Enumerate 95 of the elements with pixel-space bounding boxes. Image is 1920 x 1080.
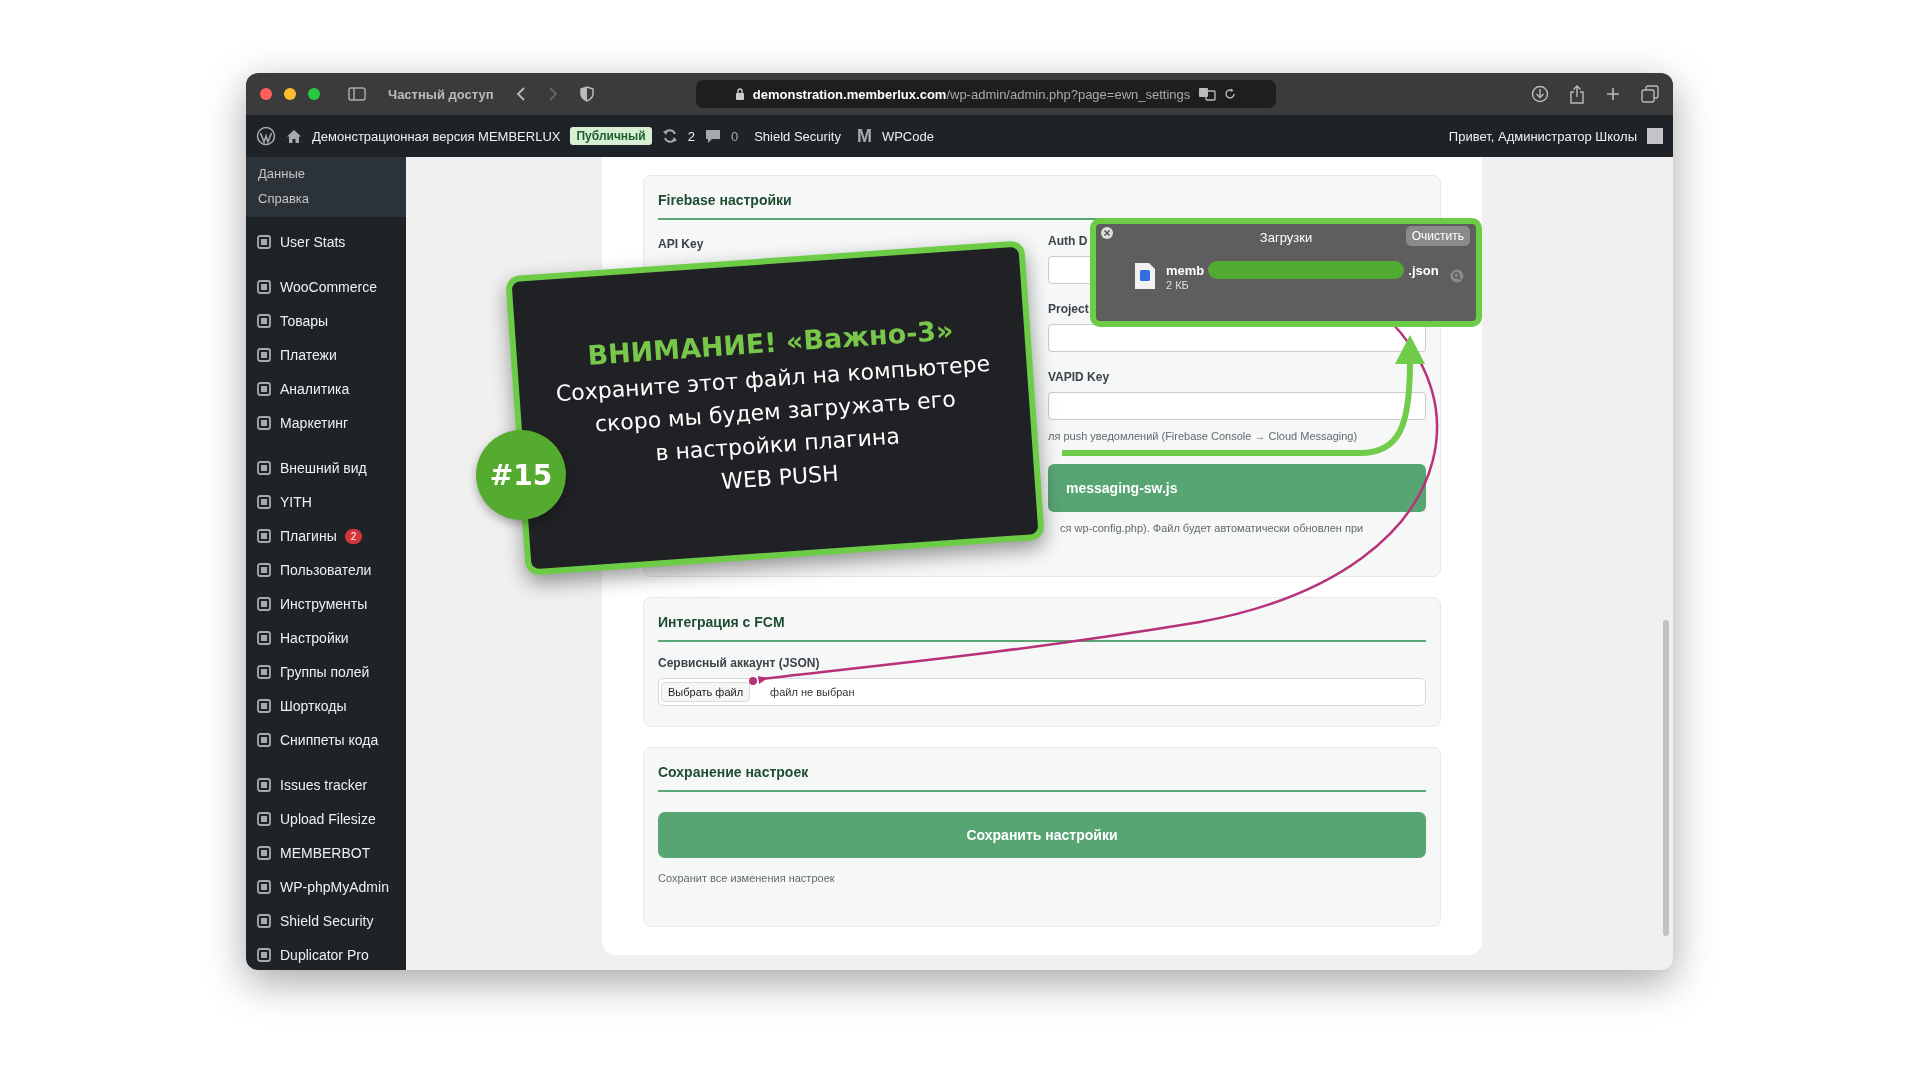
text-field[interactable]: [1048, 392, 1426, 420]
square-icon: [256, 698, 272, 714]
square-icon: [256, 732, 272, 748]
wordpress-logo-icon[interactable]: [256, 126, 276, 146]
menu-item[interactable]: MEMBERBOT: [280, 845, 371, 861]
site-name-link[interactable]: Демонстрационная версия MEMBERLUX: [312, 128, 561, 144]
public-badge: Публичный: [570, 127, 652, 145]
menu-item[interactable]: Плагины: [280, 528, 337, 544]
square-icon: [256, 460, 272, 476]
square-icon: [256, 879, 272, 895]
back-icon[interactable]: [515, 87, 526, 101]
square-icon: [256, 381, 272, 397]
menu-item[interactable]: Upload Filesize: [280, 811, 376, 827]
field-label: Project: [1048, 302, 1089, 316]
menu-item[interactable]: Товары: [280, 313, 329, 329]
updates-icon[interactable]: [661, 128, 678, 144]
wpcode-link[interactable]: WPCode: [881, 128, 934, 144]
square-icon: [256, 664, 272, 680]
url-text: demonstration.memberlux.com/wp-admin/admin.php?page=ewn_settings: [752, 86, 1191, 102]
no-file-text: файл не выбран: [770, 686, 855, 698]
menu-item[interactable]: Группы полей: [280, 664, 370, 680]
private-mode-label: Частный доступ: [388, 86, 494, 102]
close-icon[interactable]: [1100, 226, 1114, 240]
lock-icon: [734, 88, 745, 100]
menu-item[interactable]: Сниппеты кода: [280, 732, 379, 748]
popup-title: Загрузки: [1259, 230, 1313, 245]
new-tab-icon[interactable]: [1605, 86, 1621, 102]
square-icon: [256, 596, 272, 612]
translate-icon[interactable]: [1198, 87, 1217, 101]
reload-icon[interactable]: [1224, 88, 1237, 100]
square-icon: [256, 947, 272, 963]
updates-count[interactable]: 2: [687, 128, 695, 144]
section-title: Сохранение настроек: [658, 764, 1426, 792]
file-input-field[interactable]: Выбрать файл файл не выбран: [658, 678, 1426, 706]
choose-file-button[interactable]: Выбрать файл: [661, 682, 751, 702]
file-name-end: .json: [1408, 262, 1439, 278]
file-size: 2 КБ: [1166, 279, 1190, 291]
comment-icon[interactable]: [704, 128, 721, 144]
square-icon: [256, 845, 272, 861]
home-icon[interactable]: [286, 128, 302, 144]
square-icon: [256, 313, 272, 329]
field-help-text: ля push уведомлений (Firebase Console → Cloud Messaging): [1048, 430, 1359, 442]
close-window-button[interactable]: [260, 88, 272, 100]
menu-item[interactable]: Внешний вид: [280, 460, 367, 476]
square-icon: [256, 347, 272, 363]
square-icon: [256, 528, 272, 544]
menu-item[interactable]: Инструменты: [280, 596, 368, 612]
square-icon: [256, 279, 272, 295]
submenu-item[interactable]: Данные: [246, 161, 406, 186]
square-icon: [256, 494, 272, 510]
square-icon: [256, 913, 272, 929]
square-icon: [256, 777, 272, 793]
square-icon: [256, 234, 272, 250]
field-label: VAPID Key: [1048, 370, 1110, 384]
file-name-start: memb: [1166, 262, 1205, 278]
menu-item[interactable]: Аналитика: [280, 381, 350, 397]
shield-security-link[interactable]: Shield Security: [754, 128, 841, 144]
zoom-window-button[interactable]: [308, 88, 320, 100]
field-label: API Key: [658, 237, 704, 251]
count-badge: 2: [344, 528, 363, 544]
file-icon: [1134, 262, 1156, 290]
share-icon[interactable]: [1569, 84, 1585, 104]
menu-item[interactable]: Issues tracker: [280, 777, 368, 793]
scrollbar-thumb[interactable]: [1663, 620, 1669, 936]
menu-item[interactable]: Настройки: [280, 630, 349, 646]
address-bar[interactable]: demonstration.memberlux.com/wp-admin/admin.php?page=ewn_settings: [695, 80, 1276, 108]
save-help-text: Сохранит все изменения настроек: [658, 872, 836, 884]
minimize-window-button[interactable]: [284, 88, 296, 100]
menu-item[interactable]: WooCommerce: [280, 279, 377, 295]
sidebar-toggle-icon[interactable]: [348, 87, 366, 101]
menu-item[interactable]: WP-phpMyAdmin: [280, 879, 389, 895]
menu-item[interactable]: Маркетинг: [280, 415, 349, 431]
download-icon[interactable]: [1531, 85, 1549, 103]
submenu-item[interactable]: Справка: [246, 186, 406, 211]
callout-text: WEB PUSH: [720, 460, 840, 494]
menu-item[interactable]: Duplicator Pro: [280, 947, 369, 963]
menu-item[interactable]: Shield Security: [280, 913, 374, 929]
menu-item[interactable]: User Stats: [280, 234, 346, 250]
comments-count[interactable]: 0: [730, 128, 739, 144]
square-icon: [256, 811, 272, 827]
menu-item[interactable]: Шорткоды: [280, 698, 347, 714]
square-icon: [256, 415, 272, 431]
menu-item[interactable]: Пользователи: [280, 562, 372, 578]
menu-item[interactable]: Платежи: [280, 347, 337, 363]
section-title: Интеграция с FCM: [658, 614, 1426, 642]
plugin-logo[interactable]: M: [856, 125, 872, 147]
shield-icon[interactable]: [579, 86, 594, 102]
menu-item[interactable]: YITH: [280, 494, 312, 510]
tabs-overview-icon[interactable]: [1641, 85, 1659, 103]
square-icon: [256, 562, 272, 578]
greeting-link[interactable]: Привет, Администратор Школы: [1448, 128, 1637, 144]
field-label: Сервисный аккаунт (JSON): [658, 656, 820, 670]
field-label: Auth D: [1048, 234, 1088, 248]
square-icon: [256, 630, 272, 646]
button-help-text: ся wp-config.php). Файл будет автоматически обновлен при: [1059, 522, 1365, 534]
